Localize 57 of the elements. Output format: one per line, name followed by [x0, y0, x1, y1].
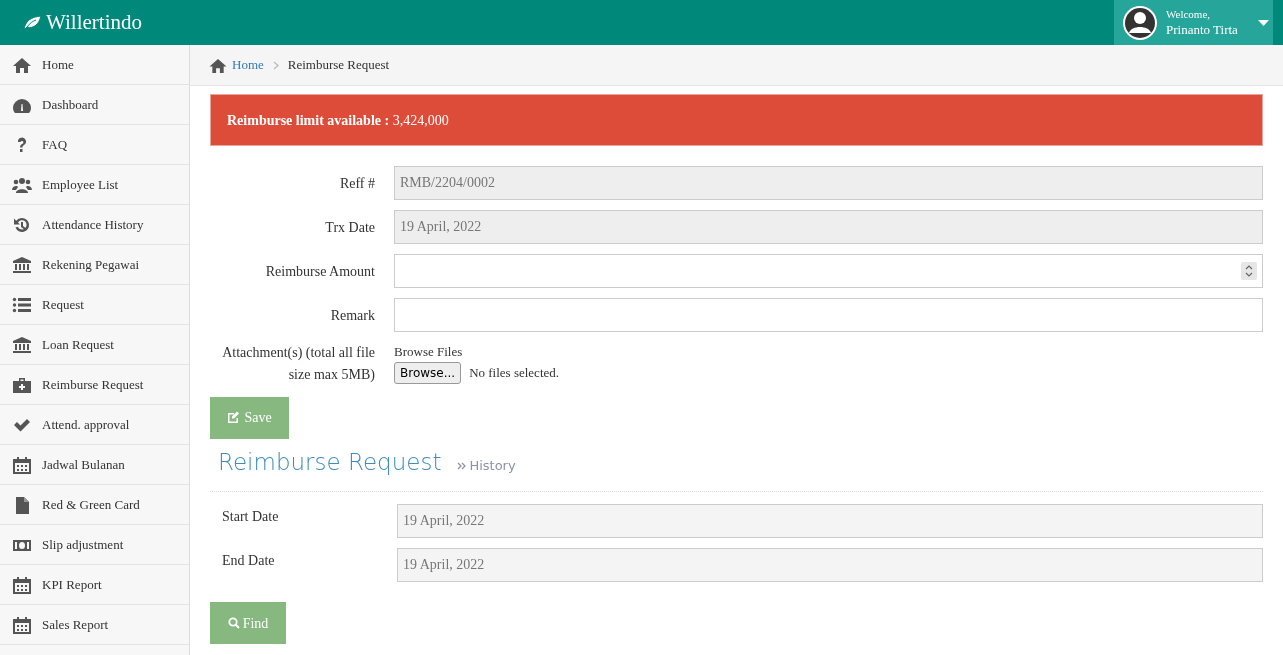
sidebar-item[interactable]: Rekening Pegawai	[0, 245, 189, 285]
date-field[interactable]: 19 April, 2022	[397, 504, 1263, 539]
calendar-icon	[12, 455, 32, 474]
sidebar-item[interactable]: Request	[0, 285, 189, 325]
input-field[interactable]	[394, 298, 1263, 332]
brand-name[interactable]: Willertindo	[46, 6, 142, 39]
sidebar-item[interactable]: Dashboard	[0, 85, 189, 125]
search-icon	[227, 616, 240, 629]
sidebar-item[interactable]: Loan Request	[0, 325, 189, 365]
bank-icon	[12, 255, 32, 274]
history-icon	[12, 215, 32, 234]
breadcrumb-current: Reimburse Request	[287, 56, 390, 75]
limit-text: Reimburse limit available : 3,424,000	[227, 111, 449, 130]
sidebar-item[interactable]: Attend. approval	[0, 405, 189, 445]
sidebar-item[interactable]: Attendance History	[0, 205, 189, 245]
sidebar-item[interactable]: Employee List	[0, 165, 189, 205]
input-field[interactable]: 19 April, 2022	[394, 210, 1263, 244]
sidebar-item[interactable]: Reimburse Request	[0, 365, 189, 405]
user-name: Prinanto Tirta	[1166, 23, 1239, 36]
date-field[interactable]: 19 April, 2022	[397, 548, 1263, 583]
field-label: Trx Date	[324, 218, 376, 237]
home-icon	[208, 56, 228, 74]
sidebar-item[interactable]: Slip adjustment	[0, 525, 189, 565]
bank-icon	[12, 335, 32, 354]
sidebar-item[interactable]: Home	[0, 45, 189, 85]
field-label: Start Date	[221, 508, 280, 527]
field-label: Attachment(s) (total all file size max 5MB)	[221, 344, 376, 385]
avatar-icon	[1122, 4, 1158, 41]
chevron-icon	[272, 60, 279, 70]
field-label: Remark	[329, 306, 376, 325]
welcome-text: Welcome,	[1166, 9, 1211, 20]
file-status: No files selected.	[469, 363, 560, 382]
browse-button[interactable]: Browse...	[394, 361, 462, 384]
field-label: Reimburse Amount	[264, 262, 376, 281]
field-label: End Date	[221, 552, 276, 571]
section-title: Reimburse Request	[218, 447, 442, 477]
list-icon	[12, 295, 32, 314]
upload-caption: Browse Files	[394, 343, 464, 361]
sidebar-item[interactable]: Sales Report	[0, 605, 189, 645]
sidebar-item[interactable]: KPI Report	[0, 565, 189, 605]
sidebar-item[interactable]: Red & Green Card	[0, 485, 189, 525]
spinner-icon[interactable]	[1241, 262, 1257, 280]
input-field[interactable]: RMB/2204/0002	[394, 166, 1263, 200]
home-icon	[12, 55, 32, 74]
calendar-icon	[12, 615, 32, 634]
users-icon	[12, 175, 32, 194]
calendar-icon	[12, 575, 32, 594]
double-chevron-icon	[457, 462, 467, 471]
breadcrumb-link[interactable]: Home	[232, 55, 264, 75]
edit-icon	[227, 411, 241, 424]
sidebar-item[interactable]: FAQ	[0, 125, 189, 165]
medkit-icon	[12, 375, 32, 394]
caret-icon	[1258, 19, 1269, 26]
sidebar-item[interactable]: Jadwal Bulanan	[0, 445, 189, 485]
amount-field[interactable]	[394, 254, 1263, 288]
field-label: Reff #	[338, 174, 376, 193]
leaf-icon	[22, 14, 42, 31]
